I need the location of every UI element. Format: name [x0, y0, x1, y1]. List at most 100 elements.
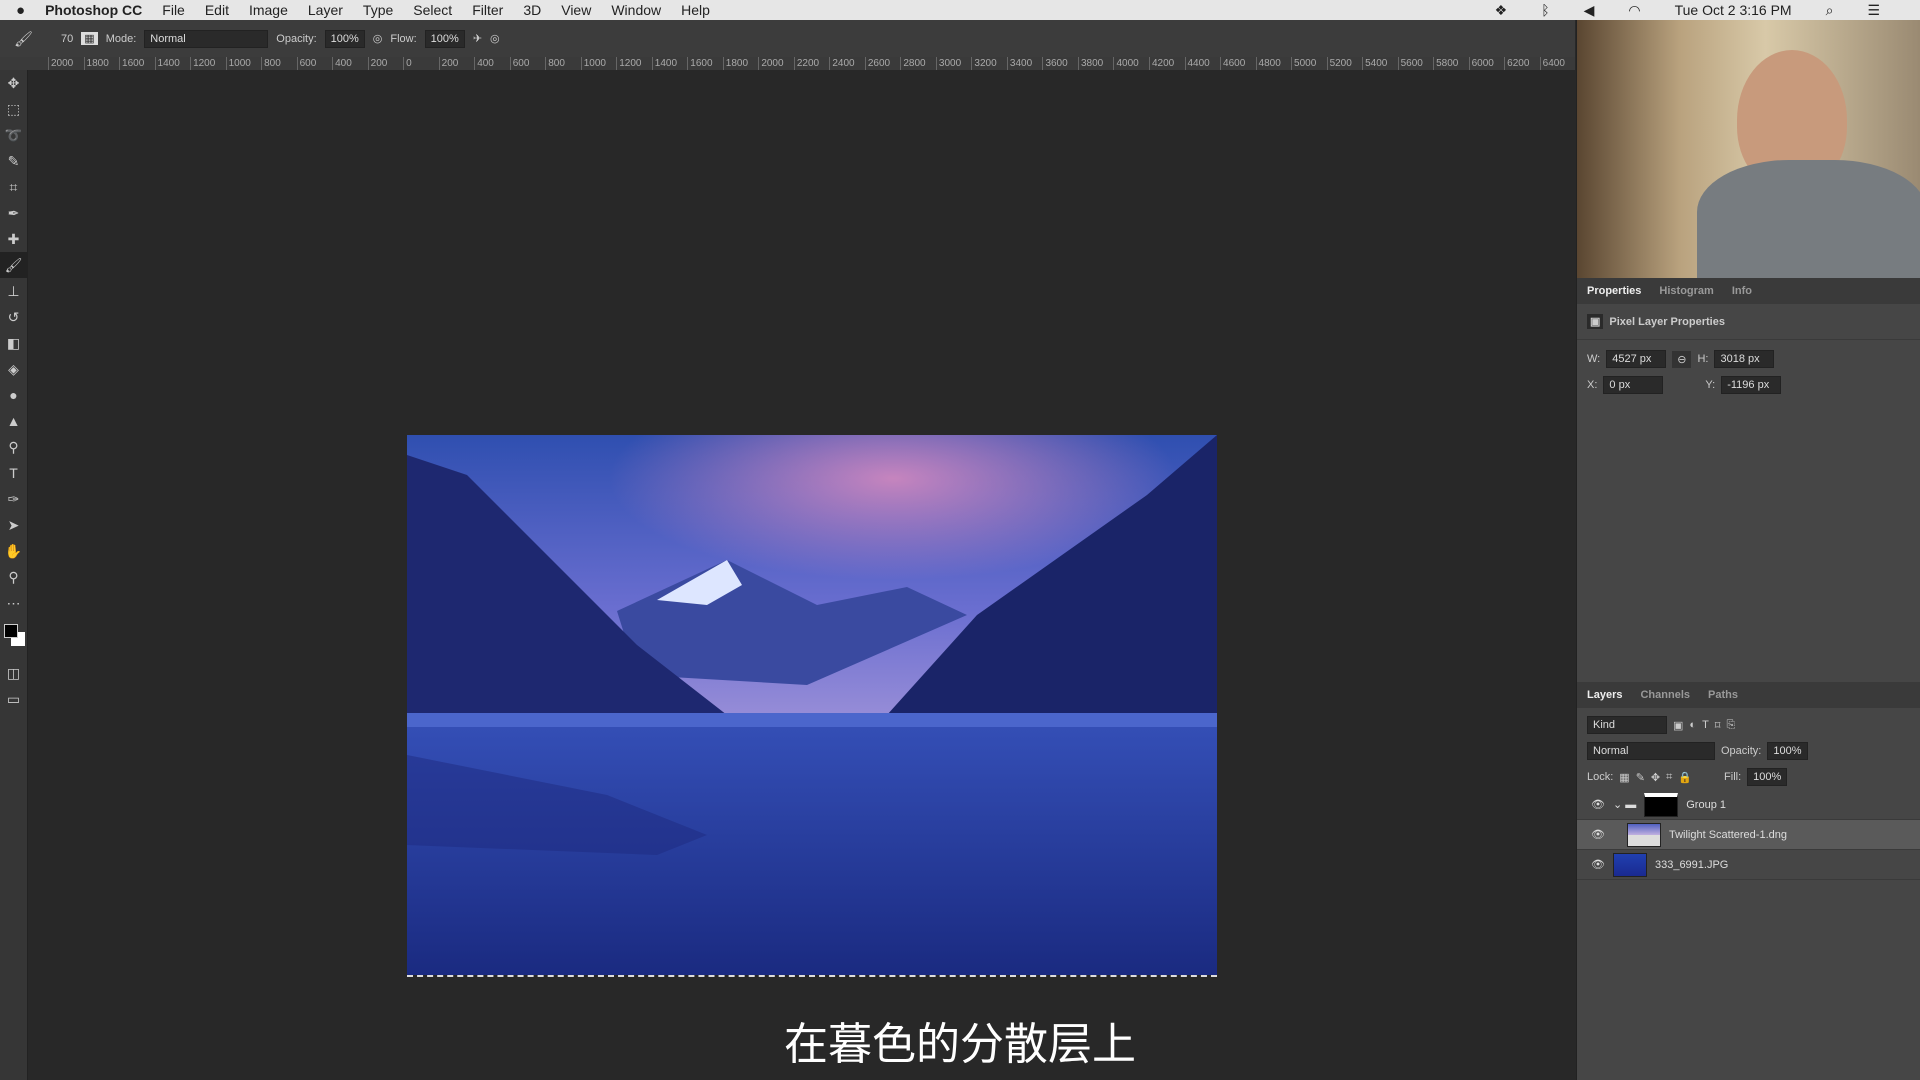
pressure-opacity-icon[interactable]: ◎ [373, 32, 383, 45]
eraser-tool-icon[interactable]: ◧ [0, 330, 27, 356]
blend-mode-select[interactable]: Normal [1587, 742, 1715, 760]
pressure-size-icon[interactable]: ◎ [490, 32, 500, 45]
menu-type[interactable]: Type [363, 2, 393, 18]
height-field[interactable]: 3018 px [1714, 350, 1775, 368]
lock-paint-icon[interactable]: ✎ [1636, 771, 1645, 784]
filter-adjustment-icon[interactable]: ◐ [1689, 719, 1696, 731]
menu-select[interactable]: Select [413, 2, 452, 18]
menu-layer[interactable]: Layer [308, 2, 343, 18]
menu-app[interactable]: Photoshop CC [45, 2, 142, 18]
visibility-eye-icon[interactable]: 👁 [1591, 828, 1605, 841]
menu-image[interactable]: Image [249, 2, 288, 18]
dodge-tool-icon[interactable]: ⚲ [0, 434, 27, 460]
document-canvas[interactable] [407, 435, 1217, 977]
filter-type-icon[interactable]: T [1702, 719, 1709, 731]
mode-select[interactable]: Normal [144, 29, 269, 48]
quick-mask-icon[interactable]: ◫ [0, 660, 27, 686]
stamp-tool-icon[interactable]: ⊥ [0, 278, 27, 304]
menu-window[interactable]: Window [611, 2, 661, 18]
ruler-tick-label: 600 [296, 57, 333, 70]
link-icon[interactable]: ⊖ [1672, 350, 1692, 368]
menu-edit[interactable]: Edit [205, 2, 229, 18]
lock-artboard-icon[interactable]: ⌗ [1666, 771, 1672, 784]
layer-name[interactable]: Twilight Scattered-1.dng [1669, 829, 1787, 841]
apple-icon[interactable]: ● [16, 2, 25, 19]
search-icon[interactable]: ⌕ [1826, 2, 1834, 19]
menu-view[interactable]: View [561, 2, 591, 18]
brush-tool-icon[interactable]: 🖌 [0, 252, 27, 278]
more-tools-icon[interactable]: ⋯ [0, 590, 27, 616]
menu-help[interactable]: Help [681, 2, 710, 18]
healing-tool-icon[interactable]: ✚ [0, 226, 27, 252]
brush-size[interactable]: 70 [61, 33, 73, 45]
lock-all-icon[interactable]: 🔒 [1678, 771, 1692, 784]
opacity-field[interactable]: 100% [324, 29, 365, 48]
menu-filter[interactable]: Filter [472, 2, 503, 18]
type-tool-icon[interactable]: T [0, 460, 27, 486]
tab-layers[interactable]: Layers [1587, 689, 1622, 701]
wifi-icon[interactable]: ◠ [1628, 2, 1640, 19]
clock[interactable]: Tue Oct 2 3:16 PM [1675, 2, 1792, 18]
tab-info[interactable]: Info [1732, 285, 1752, 297]
layer-thumbnail [1612, 852, 1647, 877]
notification-icon[interactable]: ☰ [1867, 2, 1880, 19]
ruler-tick-label: 2400 [829, 57, 865, 70]
color-swatches[interactable] [0, 616, 27, 660]
lock-move-icon[interactable]: ✥ [1651, 771, 1660, 784]
bluetooth-icon[interactable]: ᛒ [1541, 2, 1549, 18]
ruler-tick-label: 400 [332, 57, 368, 70]
marquee-tool-icon[interactable]: ⬚ [0, 96, 27, 122]
visibility-eye-icon[interactable]: 👁 [1591, 798, 1605, 811]
filter-shape-icon[interactable]: ⌑ [1715, 719, 1721, 732]
layer-opacity-field[interactable]: 100% [1767, 742, 1808, 760]
tab-paths[interactable]: Paths [1708, 689, 1738, 701]
move-tool-icon[interactable]: ✥ [0, 70, 27, 96]
filter-smart-icon[interactable]: ⎘ [1726, 719, 1735, 732]
layer-row[interactable]: 👁 ⌄ ▬ Group 1 [1577, 790, 1920, 820]
tab-properties[interactable]: Properties [1587, 285, 1641, 297]
screen-mode-icon[interactable]: ▭ [0, 686, 27, 712]
x-field[interactable]: 0 px [1603, 376, 1664, 394]
brush-panel-icon[interactable]: ▦ [81, 32, 98, 45]
dropbox-icon[interactable]: ❖ [1495, 2, 1508, 19]
fill-label: Fill: [1724, 771, 1742, 783]
sharpen-tool-icon[interactable]: ▲ [0, 408, 27, 434]
layer-name[interactable]: Group 1 [1686, 799, 1726, 811]
zoom-tool-icon[interactable]: ⚲ [0, 564, 27, 590]
quick-select-tool-icon[interactable]: ✎ [0, 148, 27, 174]
menu-file[interactable]: File [162, 2, 185, 18]
tab-histogram[interactable]: Histogram [1659, 285, 1713, 297]
pen-tool-icon[interactable]: ✑ [0, 486, 27, 512]
hand-tool-icon[interactable]: ✋ [0, 538, 27, 564]
crop-tool-icon[interactable]: ⌗ [0, 174, 27, 200]
y-field[interactable]: -1196 px [1721, 376, 1782, 394]
flow-field[interactable]: 100% [424, 29, 465, 48]
menu-3d[interactable]: 3D [523, 2, 541, 18]
brush-tool-icon[interactable]: 🖌 [14, 30, 33, 48]
visibility-eye-icon[interactable]: 👁 [1591, 858, 1605, 871]
filter-pixel-icon[interactable]: ▣ [1673, 719, 1683, 732]
ruler-tick-label: 5200 [1326, 57, 1363, 70]
lasso-tool-icon[interactable]: ➰ [0, 122, 27, 148]
layer-filter-select[interactable]: Kind [1587, 716, 1667, 734]
eyedropper-tool-icon[interactable]: ✒ [0, 200, 27, 226]
ruler-tick-label: 6200 [1504, 57, 1540, 70]
history-brush-icon[interactable]: ↺ [0, 304, 27, 330]
paint-bucket-icon[interactable]: ◈ [0, 356, 27, 382]
airbrush-icon[interactable]: ✈ [473, 32, 482, 45]
volume-icon[interactable]: ◀ [1584, 2, 1595, 19]
ruler-tick-label: 4000 [1113, 57, 1149, 70]
width-field[interactable]: 4527 px [1606, 350, 1667, 368]
ruler-tick-label: 200 [438, 57, 475, 70]
layer-row[interactable]: 👁 333_6991.JPG [1577, 850, 1920, 880]
layer-name[interactable]: 333_6991.JPG [1655, 859, 1728, 871]
tab-channels[interactable]: Channels [1640, 689, 1690, 701]
layer-row[interactable]: 👁 Twilight Scattered-1.dng [1577, 820, 1920, 850]
blur-tool-icon[interactable]: ● [0, 382, 27, 408]
ruler-tick-label: 2800 [900, 57, 936, 70]
lock-transparent-icon[interactable]: ▦ [1619, 771, 1629, 784]
fill-field[interactable]: 100% [1747, 768, 1788, 786]
toolbar: ✥ ⬚ ➰ ✎ ⌗ ✒ ✚ 🖌 ⊥ ↺ ◧ ◈ ● ▲ ⚲ T ✑ ➤ ✋ ⚲ … [0, 70, 28, 1080]
ruler-tick-label: 1000 [225, 57, 262, 70]
path-select-icon[interactable]: ➤ [0, 512, 27, 538]
